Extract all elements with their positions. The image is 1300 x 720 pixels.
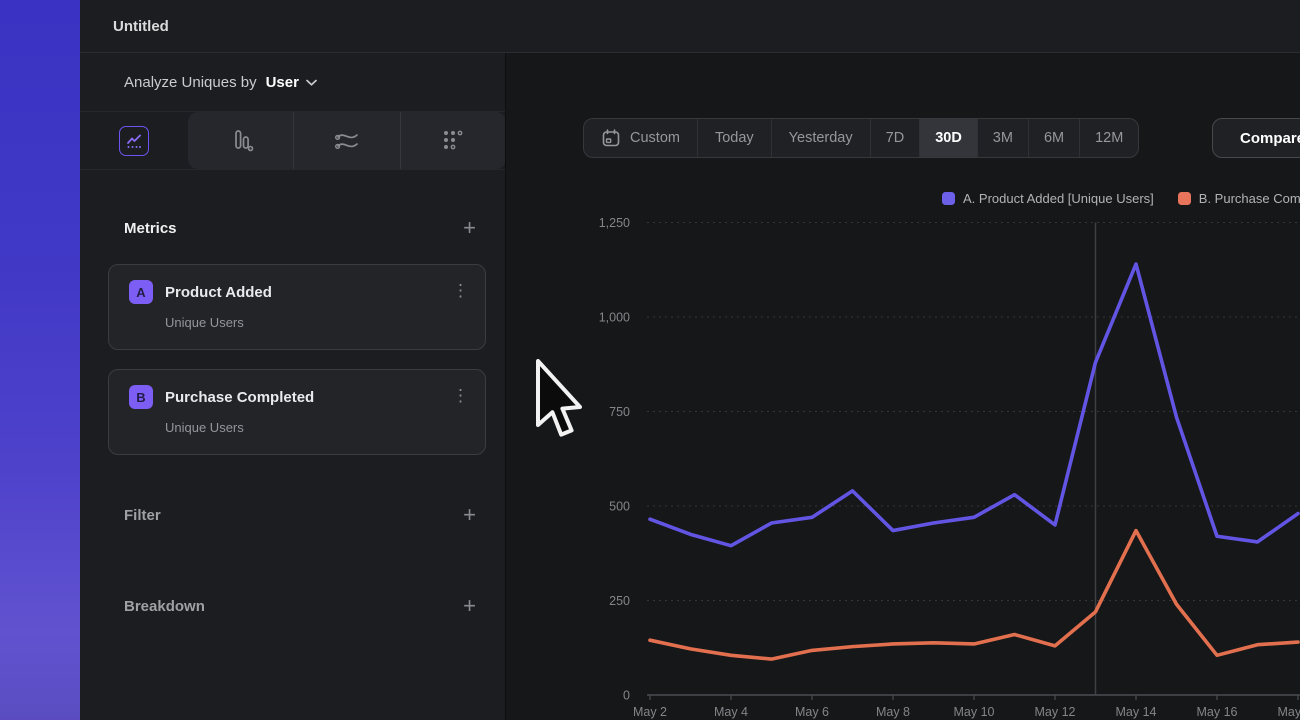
svg-text:May 6: May 6 xyxy=(795,705,829,719)
svg-text:May 14: May 14 xyxy=(1116,705,1157,719)
metric-card-b[interactable]: B Purchase Completed Unique Users ⋮ xyxy=(108,369,486,455)
analyze-row: Analyze Uniques by User xyxy=(80,53,506,112)
tab-bar-chart[interactable] xyxy=(188,112,293,169)
app-nav-gradient-strip xyxy=(0,0,80,720)
filter-title: Filter xyxy=(124,507,161,524)
svg-text:250: 250 xyxy=(609,594,630,608)
svg-text:May 4: May 4 xyxy=(714,705,748,719)
metric-cards: A Product Added Unique Users ⋮ B Purchas… xyxy=(80,264,506,455)
metric-subtitle: Unique Users xyxy=(165,420,467,435)
breakdown-section-header: Breakdown + xyxy=(80,596,506,616)
tab-flow[interactable] xyxy=(293,112,399,169)
svg-text:May 8: May 8 xyxy=(876,705,910,719)
metric-name: Purchase Completed xyxy=(165,389,314,406)
svg-text:750: 750 xyxy=(609,405,630,419)
metric-menu-button[interactable]: ⋮ xyxy=(452,283,469,299)
svg-text:0: 0 xyxy=(623,689,630,703)
add-metric-button[interactable]: + xyxy=(463,218,476,238)
svg-text:May 18: May 18 xyxy=(1278,705,1300,719)
metrics-title: Metrics xyxy=(124,220,177,237)
chart-type-tab-group xyxy=(188,112,506,169)
analyze-by-dropdown[interactable]: User xyxy=(266,74,317,91)
query-sidebar: Analyze Uniques by User xyxy=(80,53,506,720)
bar-chart-icon xyxy=(228,128,254,154)
metrics-section-header: Metrics + xyxy=(80,218,506,238)
line-chart-icon xyxy=(119,126,149,156)
metric-card-a[interactable]: A Product Added Unique Users ⋮ xyxy=(108,264,486,350)
metric-name: Product Added xyxy=(165,284,272,301)
breakdown-title: Breakdown xyxy=(124,598,205,615)
report-header: Untitled xyxy=(80,0,1300,53)
tab-line-chart[interactable] xyxy=(80,112,188,169)
metric-badge-a: A xyxy=(129,280,153,304)
chart-panel: Custom Today Yesterday 7D 30D 3M 6M 12M … xyxy=(506,53,1300,720)
svg-text:May 10: May 10 xyxy=(954,705,995,719)
svg-text:May 2: May 2 xyxy=(633,705,667,719)
svg-text:500: 500 xyxy=(609,500,630,514)
svg-text:1,250: 1,250 xyxy=(599,216,630,230)
flow-icon xyxy=(333,129,361,153)
chevron-down-icon xyxy=(306,79,317,86)
metric-badge-b: B xyxy=(129,385,153,409)
svg-text:1,000: 1,000 xyxy=(599,311,630,325)
report-title: Untitled xyxy=(113,18,169,35)
analyze-by-value: User xyxy=(266,74,299,91)
add-breakdown-button[interactable]: + xyxy=(463,596,476,616)
add-filter-button[interactable]: + xyxy=(463,505,476,525)
retention-grid-icon xyxy=(440,128,466,154)
svg-text:May 12: May 12 xyxy=(1035,705,1076,719)
analyze-label: Analyze Uniques by xyxy=(124,74,257,91)
tab-retention-grid[interactable] xyxy=(400,112,506,169)
svg-text:May 16: May 16 xyxy=(1197,705,1238,719)
chart-plot[interactable]: 0 250 500 750 1,000 1,250 May 2 May 4 May 6 May 8… xyxy=(506,53,1300,720)
metric-subtitle: Unique Users xyxy=(165,315,467,330)
chart-type-tabs xyxy=(80,112,506,170)
filter-section-header: Filter + xyxy=(80,505,506,525)
metric-menu-button[interactable]: ⋮ xyxy=(452,388,469,404)
